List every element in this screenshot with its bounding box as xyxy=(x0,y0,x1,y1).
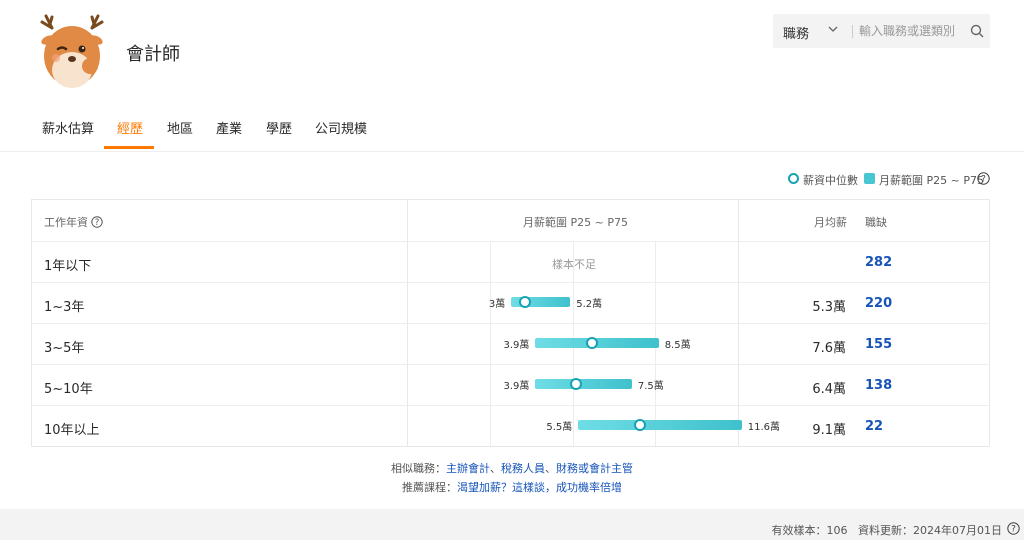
course-link[interactable]: 渴望加薪？這樣談，成功機率倍增 xyxy=(457,481,622,494)
tab-salary-estimate[interactable]: 薪水估算 xyxy=(42,118,94,137)
job-search-bar: 職務 xyxy=(773,14,990,48)
median-marker xyxy=(569,378,582,390)
tab-education[interactable]: 學歷 xyxy=(266,118,292,137)
active-tab-indicator xyxy=(104,146,154,149)
range-legend-marker xyxy=(864,173,875,184)
salary-range-bar xyxy=(535,379,632,389)
p25-label: 3.9萬 xyxy=(503,340,530,351)
separator: 、 xyxy=(545,462,556,475)
vacancy-count-link[interactable]: 155 xyxy=(865,337,892,352)
row-label: 5~10年 xyxy=(44,382,93,397)
p75-label: 5.2萬 xyxy=(576,299,603,310)
course-label: 推薦課程： xyxy=(402,481,457,494)
tab-region[interactable]: 地區 xyxy=(167,118,193,137)
similar-job-link[interactable]: 財務或會計主管 xyxy=(556,462,633,475)
median-marker xyxy=(518,296,531,308)
range-legend-label: 月薪範圍 P25 ~ P75 xyxy=(879,174,984,187)
row-label: 1年以下 xyxy=(44,259,92,274)
experience-header: 工作年資? xyxy=(44,214,103,230)
similar-job-link[interactable]: 主辦會計 xyxy=(446,462,490,475)
row-label: 10年以上 xyxy=(44,423,100,438)
svg-text:?: ? xyxy=(1011,525,1016,535)
row-divider xyxy=(32,282,989,283)
median-marker xyxy=(633,419,646,431)
median-legend-label: 薪資中位數 xyxy=(803,174,858,187)
average-salary: 9.1萬 xyxy=(812,423,846,438)
svg-text:?: ? xyxy=(95,218,100,228)
avg-header: 月均薪 xyxy=(814,216,847,229)
salary-range-bar xyxy=(578,420,742,430)
search-input[interactable] xyxy=(859,21,964,41)
search-icon[interactable] xyxy=(970,24,984,38)
p75-label: 11.6萬 xyxy=(747,422,781,433)
help-icon[interactable]: ? xyxy=(1007,522,1020,535)
help-icon[interactable]: ? xyxy=(91,216,103,228)
row-divider xyxy=(32,405,989,406)
grid-line xyxy=(490,242,491,446)
average-salary: 6.4萬 xyxy=(812,382,846,397)
experience-header-label: 工作年資 xyxy=(44,216,88,229)
p75-label: 8.5萬 xyxy=(664,340,691,351)
footer-bar: 有效樣本：106 資料更新：2024年07月01日 ? xyxy=(0,509,1024,540)
insufficient-sample-text: 樣本不足 xyxy=(552,258,596,271)
chevron-down-icon[interactable] xyxy=(827,23,839,35)
median-marker xyxy=(585,337,598,349)
category-select[interactable]: 職務 xyxy=(783,23,809,42)
average-salary: 5.3萬 xyxy=(812,300,846,315)
data-meta: 有效樣本：106 資料更新：2024年07月01日 xyxy=(772,522,1003,538)
vacancy-count-link[interactable]: 138 xyxy=(865,378,892,393)
page-header: 會計師 職務 薪水估算 經歷 地區 產業 學歷 公司規模 xyxy=(0,0,1024,152)
row-divider xyxy=(32,241,989,242)
tab-experience[interactable]: 經歷 xyxy=(117,118,143,137)
vacancy-count-link[interactable]: 22 xyxy=(865,419,883,434)
search-divider xyxy=(852,25,853,38)
p25-label: 5.5萬 xyxy=(546,422,573,433)
sample-count: 有效樣本：106 xyxy=(771,524,848,537)
vacancies-header: 職缺 xyxy=(865,216,887,229)
range-header: 月薪範圍 P25 ~ P75 xyxy=(523,216,628,229)
recommended-courses: 推薦課程：渴望加薪？這樣談，成功機率倍增 xyxy=(0,479,1024,495)
median-legend-marker xyxy=(788,173,799,184)
separator: 、 xyxy=(490,462,501,475)
help-icon[interactable]: ? xyxy=(977,172,990,185)
row-label: 1~3年 xyxy=(44,300,85,315)
svg-text:?: ? xyxy=(981,175,986,185)
vacancy-count-link[interactable]: 220 xyxy=(865,296,892,311)
row-label: 3~5年 xyxy=(44,341,85,356)
similar-jobs-label: 相似職務： xyxy=(391,462,446,475)
page-title: 會計師 xyxy=(126,44,180,65)
update-date: 資料更新：2024年07月01日 xyxy=(858,524,1002,537)
tab-industry[interactable]: 產業 xyxy=(216,118,242,137)
p25-label: 3.9萬 xyxy=(503,381,530,392)
vacancy-count-link[interactable]: 282 xyxy=(865,255,892,270)
p25-label: 3萬 xyxy=(488,299,506,310)
similar-job-link[interactable]: 稅務人員 xyxy=(501,462,545,475)
similar-jobs: 相似職務：主辦會計、稅務人員、財務或會計主管 xyxy=(0,460,1024,476)
row-divider xyxy=(32,323,989,324)
salary-table: 工作年資? 月薪範圍 P25 ~ P75 月均薪 職缺 1年以下 樣本不足 28… xyxy=(31,199,990,447)
deer-mascot-icon xyxy=(40,14,104,88)
tab-company-size[interactable]: 公司規模 xyxy=(315,118,367,137)
average-salary: 7.6萬 xyxy=(812,341,846,356)
row-divider xyxy=(32,364,989,365)
p75-label: 7.5萬 xyxy=(637,381,664,392)
